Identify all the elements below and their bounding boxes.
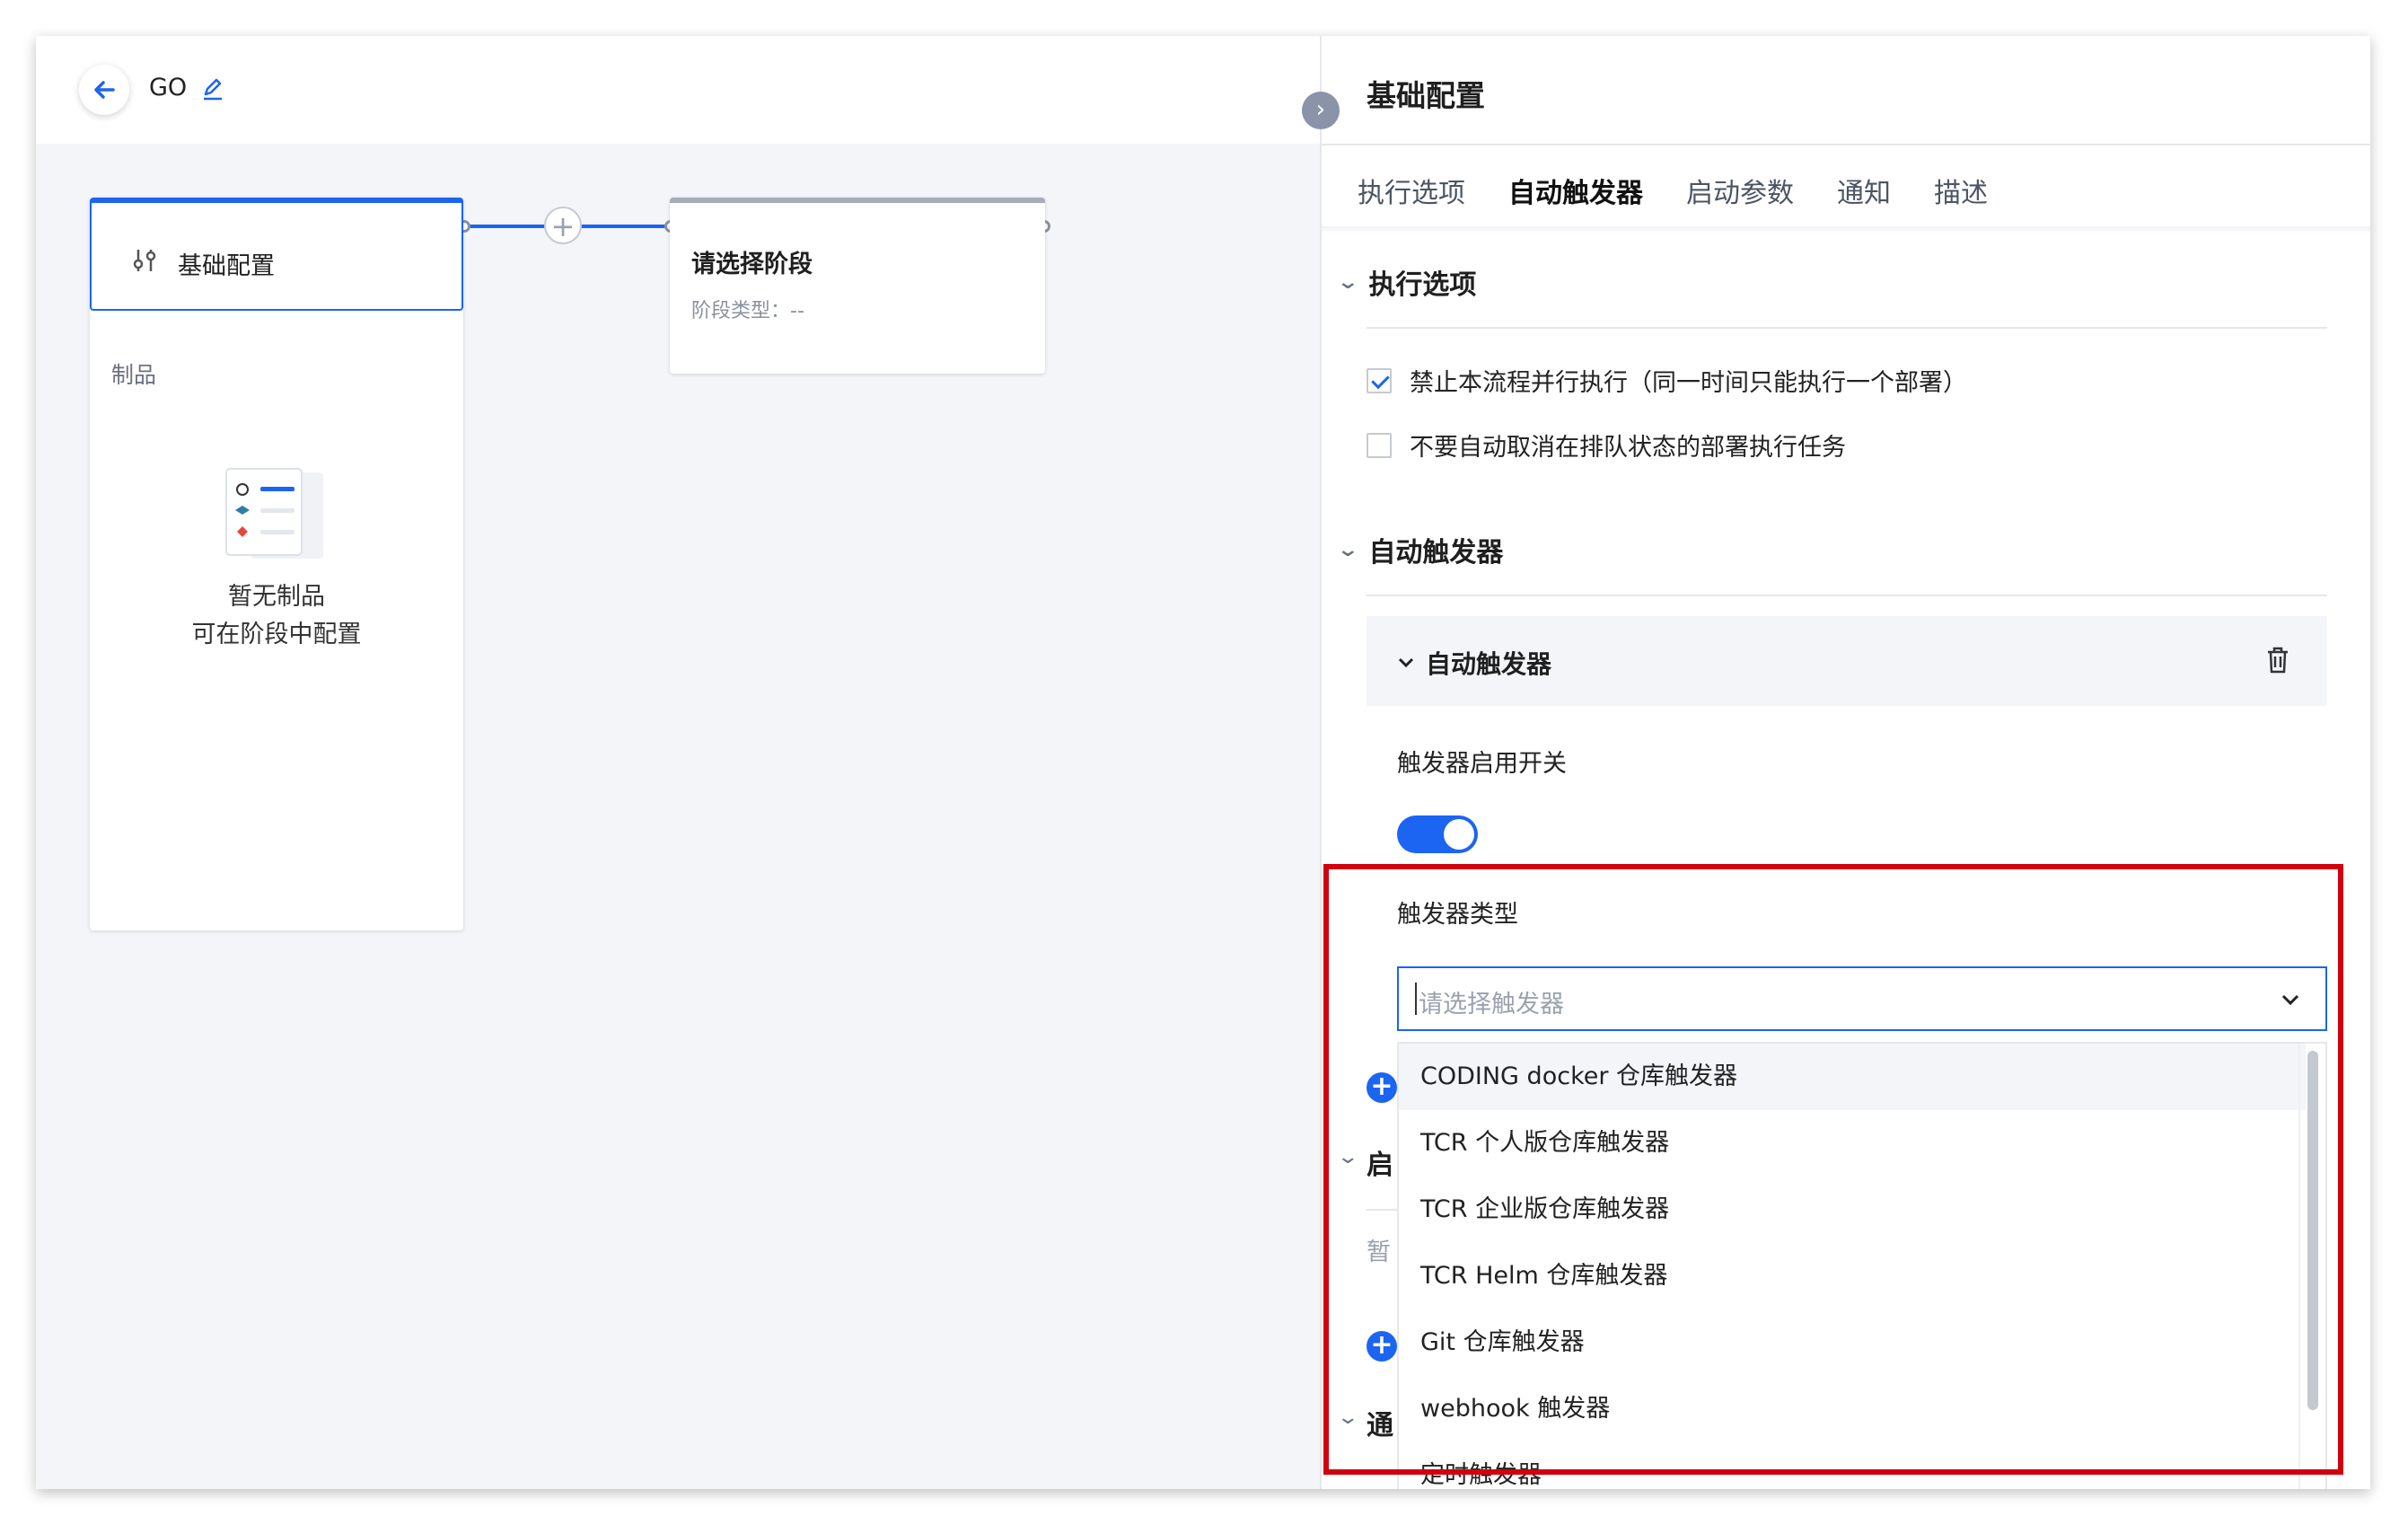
chevron-down-icon: ⌄ (1336, 270, 1360, 294)
stage-title: 请选择阶段 (691, 251, 813, 278)
dropdown-option[interactable]: 定时触发器 (1399, 1442, 2306, 1489)
dropdown-option[interactable]: CODING docker 仓库触发器 (1399, 1044, 2306, 1110)
back-button[interactable] (79, 65, 129, 115)
dropdown-option[interactable]: webhook 触发器 (1399, 1376, 2306, 1442)
trigger-enable-toggle[interactable] (1397, 815, 1478, 853)
add-icon[interactable]: + (1367, 1331, 1397, 1362)
section-notify[interactable]: 通 (1367, 1403, 1393, 1442)
stage-type-label: 阶段类型：-- (691, 300, 804, 322)
dropdown-option[interactable]: TCR 企业版仓库触发器 (1399, 1177, 2306, 1243)
empty-artifacts-hint: 可在阶段中配置 (191, 621, 362, 648)
divider (1367, 595, 2327, 596)
tab-description[interactable]: 描述 (1934, 171, 1988, 234)
chevron-down-icon: ⌄ (1336, 538, 1360, 561)
stage-select[interactable]: 请选择阶段 阶段类型：-- (670, 198, 1045, 374)
checkbox-label: 不要自动取消在排队状态的部署执行任务 (1410, 434, 1846, 462)
section-title: 执行选项 (1368, 269, 1477, 301)
tab-auto-trigger[interactable]: 自动触发器 (1508, 171, 1643, 234)
trash-icon[interactable] (2264, 645, 2291, 675)
config-panel: 基础配置 执行选项 自动触发器 启动参数 通知 描述 ⌄ 执行选项 禁止本流程并… (1320, 36, 2370, 1489)
empty-artifacts-illustration (225, 468, 323, 559)
edit-icon[interactable] (199, 75, 226, 102)
section-auto-trigger[interactable]: ⌄ 自动触发器 (1336, 530, 1504, 569)
trigger-card-title: 自动触发器 (1426, 649, 1552, 679)
divider (1322, 144, 2370, 145)
chevron-down-icon (1398, 657, 1414, 668)
chevron-down-icon: ⌄ (1336, 1146, 1360, 1168)
switch-label: 触发器启用开关 (1397, 750, 1567, 778)
app-window: GO + 基础配置 制品 暂无制品 可在阶段中配置 请选择阶段 阶段类型：-- … (36, 36, 2370, 1489)
stage-basic-config[interactable]: 基础配置 制品 暂无制品 可在阶段中配置 (90, 198, 463, 930)
section-exec-options[interactable]: ⌄ 执行选项 (1336, 262, 1477, 302)
divider (1367, 327, 2327, 329)
trigger-type-label: 触发器类型 (1397, 901, 1518, 929)
panel-title: 基础配置 (1367, 78, 1485, 113)
select-placeholder: 请选择触发器 (1419, 991, 1564, 1018)
pipeline-name: GO (149, 74, 188, 101)
section-title: 自动触发器 (1368, 537, 1504, 569)
sliders-icon (133, 250, 156, 271)
text-cursor (1415, 983, 1417, 1015)
trigger-card-header[interactable]: 自动触发器 (1367, 616, 2327, 706)
scrollbar-track[interactable] (2298, 1044, 2325, 1489)
divider (1322, 226, 2370, 234)
checkbox-no-parallel[interactable] (1367, 367, 1392, 393)
section-start-params[interactable]: 启 (1367, 1142, 1393, 1182)
tab-bar: 执行选项 自动触发器 启动参数 通知 描述 (1358, 171, 2031, 230)
add-stage-button[interactable]: + (544, 207, 582, 244)
empty-params-text: 暂 (1367, 1239, 1391, 1266)
dropdown-option[interactable]: Git 仓库触发器 (1399, 1309, 2306, 1376)
trigger-type-dropdown: CODING docker 仓库触发器 TCR 个人版仓库触发器 TCR 企业版… (1397, 1042, 2327, 1489)
empty-artifacts-title: 暂无制品 (228, 583, 325, 611)
stage-title: 基础配置 (178, 252, 275, 280)
dropdown-option[interactable]: TCR 个人版仓库触发器 (1399, 1110, 2306, 1177)
artifacts-label: 制品 (111, 362, 157, 388)
stage-basic-config-header[interactable]: 基础配置 (90, 198, 463, 311)
tab-exec-options[interactable]: 执行选项 (1358, 171, 1465, 234)
collapse-panel-button[interactable]: › (1302, 92, 1340, 129)
checkbox-no-auto-cancel[interactable] (1367, 432, 1392, 458)
scrollbar-thumb[interactable] (2307, 1051, 2318, 1410)
tab-notify[interactable]: 通知 (1837, 171, 1891, 234)
arrow-left-icon (94, 81, 115, 99)
dropdown-option[interactable]: TCR Helm 仓库触发器 (1399, 1243, 2306, 1309)
option-no-parallel[interactable]: 禁止本流程并行执行（同一时间只能执行一个部署） (1367, 363, 1967, 398)
add-icon[interactable]: + (1367, 1072, 1397, 1103)
pipeline-topbar: GO (36, 36, 1320, 144)
chevron-down-icon (2281, 994, 2299, 1006)
checkbox-label: 禁止本流程并行执行（同一时间只能执行一个部署） (1410, 369, 1967, 397)
tab-start-params[interactable]: 启动参数 (1686, 171, 1794, 234)
option-no-auto-cancel[interactable]: 不要自动取消在排队状态的部署执行任务 (1367, 428, 1846, 463)
trigger-type-select[interactable]: 请选择触发器 (1397, 966, 2327, 1031)
chevron-down-icon: ⌄ (1336, 1406, 1360, 1429)
